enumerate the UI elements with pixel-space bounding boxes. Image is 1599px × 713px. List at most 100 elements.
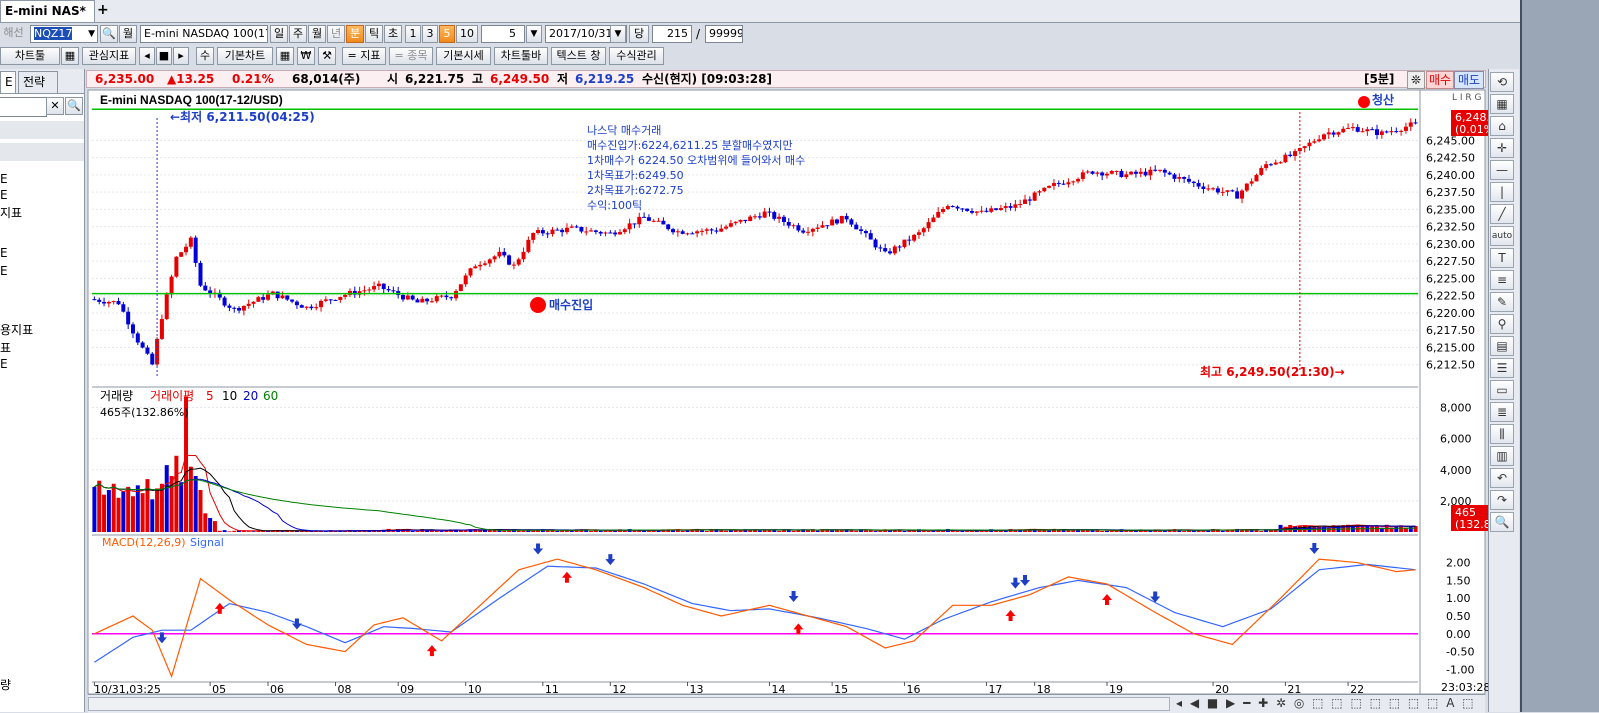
fib-icon[interactable]: ≡ — [1490, 270, 1514, 290]
redo-icon[interactable]: ↷ — [1490, 490, 1514, 510]
candle-body — [275, 291, 280, 299]
candle-body — [536, 230, 541, 234]
candle-body — [420, 298, 425, 303]
candle-body — [820, 225, 825, 228]
candle-body — [1003, 206, 1008, 209]
doc-icon[interactable]: ▭ — [1490, 380, 1514, 400]
volume-bar — [130, 496, 135, 532]
lines-icon[interactable]: ≣ — [1490, 402, 1514, 422]
candle-body — [564, 227, 569, 233]
candle-body — [130, 324, 135, 334]
volume-bar — [704, 531, 709, 532]
scroll-controls-icon[interactable]: ◂ ◀ ■ ▶ ━ ✚ ✲ ◎ ⬚ ⬚ ⬚ ⬚ ⬚ ⬚ ⬚ A ⬚ — [1176, 696, 1476, 710]
candle-body — [666, 224, 671, 230]
crosshair-icon[interactable]: ✛ — [1490, 138, 1514, 158]
candle-body — [608, 232, 613, 234]
candle-body — [994, 208, 999, 210]
candle-body — [1133, 171, 1138, 174]
candle-body — [1186, 178, 1191, 182]
candle-body — [232, 307, 237, 309]
candle-body — [468, 268, 473, 276]
volume-ma-60: 60 — [263, 389, 278, 403]
candle-body — [926, 222, 931, 229]
home-icon[interactable]: ⌂ — [1490, 116, 1514, 136]
list-icon[interactable]: ☰ — [1490, 358, 1514, 378]
candle-body — [738, 219, 743, 222]
bars-icon[interactable]: ⫼ — [1490, 424, 1514, 444]
text-tool-icon[interactable]: T — [1490, 248, 1514, 268]
exit-marker — [1358, 96, 1370, 108]
candle-body — [646, 217, 651, 221]
candle-body — [801, 230, 806, 233]
grid-lines-icon[interactable]: ▥ — [1490, 446, 1514, 466]
volume-bar — [92, 486, 97, 532]
candle-body — [1109, 171, 1114, 174]
chart-area[interactable]: 6,212.50 6,215.00 6,217.50 6,220.00 6,222.50… — [0, 0, 1599, 712]
vline-icon[interactable]: | — [1490, 182, 1514, 202]
candle-body — [1307, 142, 1312, 147]
candle-body — [97, 299, 102, 302]
price-tick-label: 6,237.50 — [1426, 186, 1475, 199]
table-icon[interactable]: ▤ — [1490, 336, 1514, 356]
candle-body — [198, 262, 203, 286]
macd-tick-label: -1.00 — [1446, 663, 1474, 676]
candle-body — [1047, 185, 1052, 188]
volume-bar — [1182, 531, 1187, 532]
candle-body — [478, 264, 483, 267]
candle-body — [699, 230, 704, 232]
candle-body — [969, 210, 974, 213]
pin-icon[interactable]: ⚲ — [1490, 314, 1514, 334]
candle-body — [102, 301, 107, 304]
volume-bar — [521, 530, 526, 532]
candle-body — [1158, 169, 1163, 171]
hline-icon[interactable]: — — [1490, 160, 1514, 180]
undo-icon[interactable]: ↶ — [1490, 468, 1514, 488]
candle-body — [1129, 171, 1134, 175]
volume-ma-label: 거래이평 — [150, 389, 194, 403]
candle-body — [405, 295, 410, 300]
candle-body — [897, 246, 902, 248]
scroll-thumb[interactable] — [88, 697, 1170, 711]
entry-marker — [530, 297, 546, 313]
candle-body — [777, 216, 782, 219]
zoom-icon[interactable]: 🔍 — [1490, 512, 1514, 532]
candle-body — [868, 233, 873, 240]
candle-body — [916, 232, 921, 235]
volume-bar — [1326, 527, 1331, 532]
refresh-icon[interactable]: ⟲ — [1490, 72, 1514, 92]
candle-body — [401, 295, 406, 300]
macd-title: MACD(12,26,9) — [102, 536, 186, 549]
price-tick-label: 6,245.00 — [1426, 134, 1475, 147]
candle-body — [839, 215, 844, 224]
candle-body — [1350, 127, 1355, 129]
volume-bar — [1037, 530, 1042, 532]
candle-body — [92, 299, 97, 301]
candle-body — [950, 206, 955, 208]
candle-body — [613, 232, 618, 235]
candle-body — [507, 255, 512, 265]
candle-body — [1220, 191, 1225, 193]
candle-body — [372, 286, 377, 290]
candle-body — [1317, 139, 1322, 142]
candle-body — [931, 217, 936, 223]
candle-body — [1080, 172, 1085, 179]
pencil-icon[interactable]: ✎ — [1490, 292, 1514, 312]
volume-bar — [1158, 530, 1163, 532]
bottom-scrollbar[interactable]: ◂ ◀ ■ ▶ ━ ✚ ✲ ◎ ⬚ ⬚ ⬚ ⬚ ⬚ ⬚ ⬚ A ⬚ — [88, 694, 1485, 713]
volume-bar — [1268, 530, 1273, 532]
candle-body — [960, 208, 965, 210]
volume-bar — [155, 488, 160, 532]
candle-body — [265, 294, 270, 300]
candle-body — [622, 229, 627, 233]
candle-body — [844, 215, 849, 220]
auto-line-icon[interactable]: auto — [1490, 226, 1514, 246]
candle-body — [1273, 162, 1278, 165]
layout-icon[interactable]: ▦ — [1490, 94, 1514, 114]
candle-body — [661, 220, 666, 225]
candle-body — [1341, 128, 1346, 133]
candle-body — [941, 208, 946, 212]
mini-labels: L I R G — [1452, 93, 1482, 103]
trendline-icon[interactable]: ╱ — [1490, 204, 1514, 224]
candle-body — [343, 294, 348, 297]
candle-body — [290, 299, 295, 302]
